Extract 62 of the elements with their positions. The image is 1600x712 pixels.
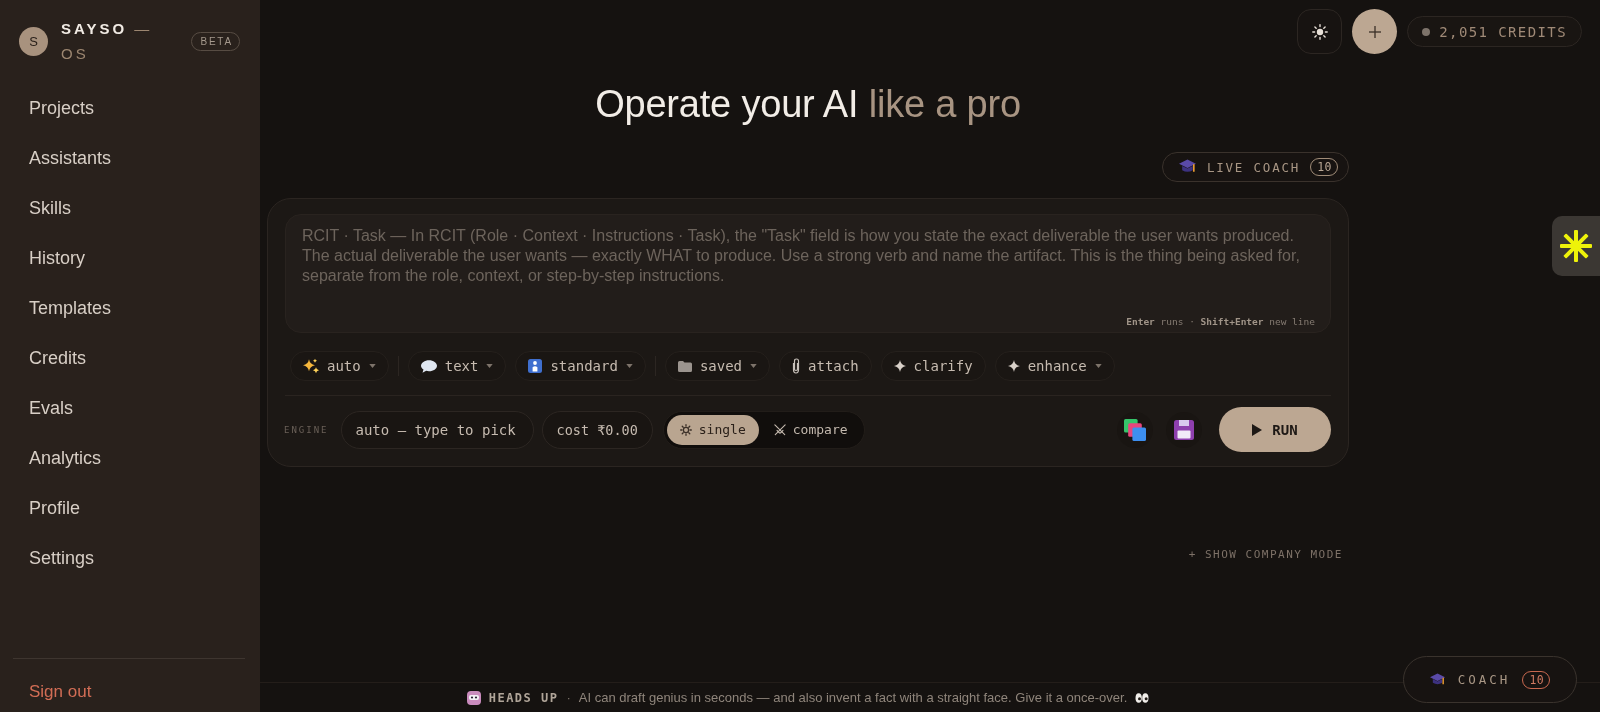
caret-icon: [750, 364, 758, 368]
cost-label: cost ₹0.00: [541, 410, 653, 449]
asterisk-icon: [1560, 230, 1592, 262]
sign-out-link[interactable]: Sign out: [0, 672, 260, 712]
banner-separator: ·: [566, 690, 571, 705]
nav-item[interactable]: Projects: [0, 83, 250, 133]
person-tile-icon: [528, 359, 543, 373]
credits-pill[interactable]: 2,051 CREDITS: [1407, 16, 1582, 47]
mode-tab[interactable]: compare: [760, 414, 861, 445]
theme-toggle-button[interactable]: [1297, 9, 1343, 54]
crossed-swords-icon: [773, 423, 786, 436]
nav-item[interactable]: Settings: [0, 533, 250, 583]
option-dropdown[interactable]: text: [407, 351, 507, 381]
nav-item[interactable]: Assistants: [0, 133, 250, 183]
sparkles-icon: [303, 358, 319, 374]
option-button[interactable]: attach: [779, 351, 872, 381]
folder-icon: [677, 360, 692, 372]
avatar: S: [19, 26, 48, 56]
plus-icon: [1368, 25, 1381, 38]
nav-item[interactable]: Analytics: [0, 433, 250, 483]
banner-message: AI can draft genius in seconds — and also invent a fact with a straight face. Give it a once-over.: [578, 690, 1128, 705]
graduation-cap-icon: [1429, 672, 1446, 687]
option-dropdown[interactable]: standard: [515, 351, 646, 381]
caret-icon: [1094, 364, 1102, 368]
caret-icon: [625, 364, 633, 368]
page-title: Operate your AI like a pro: [594, 82, 1022, 127]
company-mode-link[interactable]: + SHOW COMPANY MODE: [1188, 548, 1343, 562]
option-button[interactable]: clarify: [880, 351, 986, 381]
engine-label: ENGINE: [284, 424, 329, 435]
option-dropdown[interactable]: saved: [664, 351, 771, 381]
option-dropdown[interactable]: enhance: [994, 351, 1115, 381]
graduation-cap-icon: [1178, 159, 1197, 175]
eyes-icon: [1135, 692, 1150, 703]
four-point-star-icon: [893, 360, 906, 372]
mode-tab[interactable]: single: [666, 414, 759, 445]
nav-item[interactable]: Skills: [0, 183, 250, 233]
banner-label: HEADS UP: [488, 690, 559, 705]
run-button[interactable]: RUN: [1219, 407, 1331, 452]
live-coach-button[interactable]: LIVE COACH 10: [1161, 152, 1349, 182]
status-dot-icon: [1422, 27, 1431, 36]
coach-button[interactable]: COACH 10: [1403, 656, 1577, 703]
engine-field[interactable]: auto — type to pick: [340, 410, 534, 449]
nav-item[interactable]: Templates: [0, 283, 250, 333]
robot-face-icon: [466, 690, 481, 705]
gear-icon: [679, 423, 692, 436]
speech-bubble-icon: [420, 359, 437, 373]
side-tab-button[interactable]: [1552, 216, 1600, 276]
caret-icon: [486, 364, 494, 368]
brand-name: SAYSO — OS: [61, 19, 154, 64]
option-dropdown[interactable]: auto: [290, 351, 389, 381]
nav-item[interactable]: Evals: [0, 383, 250, 433]
sun-icon: [1311, 23, 1328, 40]
nav-item[interactable]: Profile: [0, 483, 250, 533]
nav-item[interactable]: Credits: [0, 333, 250, 383]
keyboard-hint: Enter runs · Shift+Enter new line: [1126, 316, 1315, 327]
four-point-star-icon: [1007, 360, 1020, 372]
play-icon: [1252, 423, 1263, 436]
caret-icon: [368, 364, 376, 368]
new-button[interactable]: [1352, 9, 1398, 54]
layered-squares-icon: [1124, 418, 1146, 441]
paperclip-icon: [792, 358, 801, 374]
nav-item[interactable]: History: [0, 233, 250, 283]
